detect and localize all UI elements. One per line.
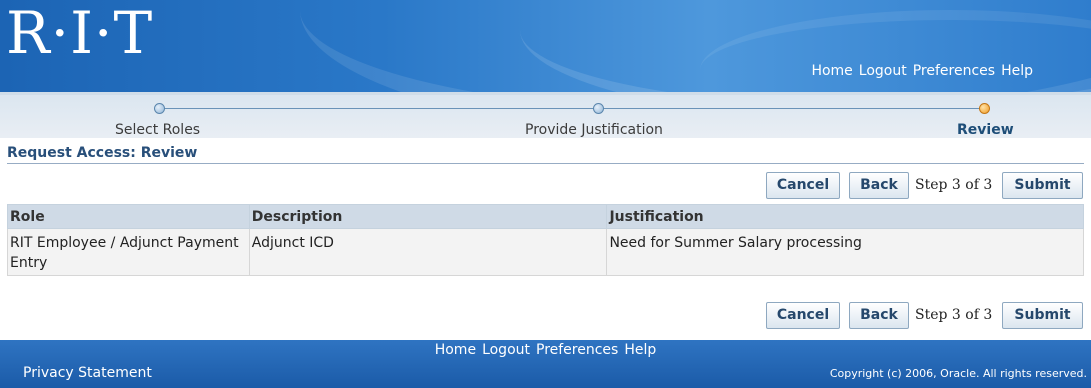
global-nav-preferences-link[interactable]: Preferences bbox=[913, 63, 995, 79]
footer-nav: Home Logout Preferences Help bbox=[0, 342, 1091, 358]
process-train: Select Roles Provide Justification Revie… bbox=[0, 92, 1091, 138]
cell-role: RIT Employee / Adjunct Payment Entry bbox=[7, 228, 250, 276]
train-step-review: Review bbox=[957, 122, 1014, 138]
cell-description: Adjunct ICD bbox=[248, 228, 608, 276]
table-row: RIT Employee / Adjunct Payment Entry Adj… bbox=[7, 228, 1084, 276]
back-button-bottom[interactable]: Back bbox=[849, 302, 909, 329]
submit-button-top[interactable]: Submit bbox=[1002, 172, 1083, 199]
global-nav-help-link[interactable]: Help bbox=[1001, 63, 1033, 79]
copyright-text: Copyright (c) 2006, Oracle. All rights r… bbox=[829, 367, 1087, 380]
train-step-select-roles[interactable]: Select Roles bbox=[115, 122, 200, 138]
footer-nav-preferences-link[interactable]: Preferences bbox=[536, 342, 618, 358]
train-step-select-roles-icon[interactable] bbox=[154, 103, 165, 114]
footer-nav-logout-link[interactable]: Logout bbox=[482, 342, 530, 358]
column-header-role: Role bbox=[7, 204, 250, 229]
train-connector-line bbox=[160, 108, 985, 109]
train-step-justification[interactable]: Provide Justification bbox=[525, 122, 663, 138]
back-button-top[interactable]: Back bbox=[849, 172, 909, 199]
step-indicator-bottom: Step 3 of 3 bbox=[915, 307, 993, 323]
column-header-description: Description bbox=[248, 204, 608, 229]
cancel-button-top[interactable]: Cancel bbox=[766, 172, 840, 199]
step-indicator-top: Step 3 of 3 bbox=[915, 177, 993, 193]
global-nav: Home Logout Preferences Help bbox=[811, 63, 1033, 79]
train-step-review-icon bbox=[979, 103, 990, 114]
cell-justification: Need for Summer Salary processing bbox=[606, 228, 1084, 276]
footer-nav-home-link[interactable]: Home bbox=[435, 342, 476, 358]
submit-button-bottom[interactable]: Submit bbox=[1002, 302, 1083, 329]
global-nav-home-link[interactable]: Home bbox=[811, 63, 852, 79]
cancel-button-bottom[interactable]: Cancel bbox=[766, 302, 840, 329]
global-nav-logout-link[interactable]: Logout bbox=[859, 63, 907, 79]
review-table: Role Description Justification RIT Emplo… bbox=[7, 204, 1084, 276]
header-banner: R·I·T Home Logout Preferences Help bbox=[0, 0, 1091, 92]
table-header-row: Role Description Justification bbox=[7, 204, 1084, 229]
train-step-justification-icon[interactable] bbox=[593, 103, 604, 114]
column-header-justification: Justification bbox=[606, 204, 1084, 229]
rit-logo: R·I·T bbox=[6, 0, 154, 67]
footer-nav-help-link[interactable]: Help bbox=[624, 342, 656, 358]
privacy-statement-link[interactable]: Privacy Statement bbox=[23, 365, 152, 381]
page-title: Request Access: Review bbox=[7, 145, 198, 161]
footer-bar: Home Logout Preferences Help Privacy Sta… bbox=[0, 340, 1091, 388]
title-divider bbox=[7, 163, 1084, 164]
